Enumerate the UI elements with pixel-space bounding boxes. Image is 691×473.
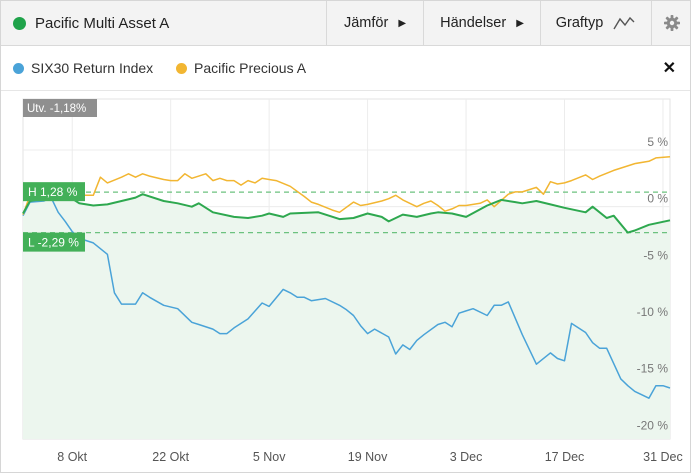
x-tick-label: 17 Dec (545, 450, 585, 464)
low-badge-label: L -2,29 % (28, 236, 79, 250)
x-tick-label: 5 Nov (253, 450, 286, 464)
fund-title[interactable]: Pacific Multi Asset A (13, 1, 169, 45)
chart-widget: Pacific Multi Asset A Jämför ▶ Händelser… (0, 0, 691, 473)
fund-color-dot (13, 16, 26, 30)
compare-label: Jämför (343, 15, 389, 31)
x-tick-label: 31 Dec (643, 450, 683, 464)
gear-icon (663, 15, 680, 31)
charttype-button[interactable]: Graftyp (540, 1, 651, 45)
x-tick-label: 22 Okt (152, 450, 189, 464)
caret-right-icon: ▶ (516, 17, 524, 29)
toolbar: Pacific Multi Asset A Jämför ▶ Händelser… (1, 1, 690, 46)
high-badge-label: H 1,28 % (28, 185, 78, 199)
compare-button[interactable]: Jämför ▶ (326, 1, 423, 45)
legend: SIX30 Return Index Pacific Precious A ✕ (1, 46, 690, 91)
y-tick-label: -20 % (637, 418, 669, 432)
events-label: Händelser (440, 15, 507, 31)
y-tick-label: -10 % (637, 305, 669, 319)
fund-title-label: Pacific Multi Asset A (35, 14, 170, 32)
y-tick-label: 0 % (647, 192, 668, 206)
events-button[interactable]: Händelser ▶ (423, 1, 540, 45)
series-area-fill (23, 192, 670, 439)
charttype-label: Graftyp (555, 15, 604, 31)
legend-label: SIX30 Return Index (31, 60, 154, 76)
x-tick-label: 8 Okt (57, 450, 87, 464)
legend-item-six30[interactable]: SIX30 Return Index (13, 46, 153, 90)
x-tick-label: 19 Nov (348, 450, 388, 464)
legend-item-pacific-precious[interactable]: Pacific Precious A (176, 46, 306, 90)
legend-dot (13, 62, 24, 74)
performance-chart: 5 % 0 % -5 % -10 % -15 % -20 % 8 Okt 22 Okt 5 No… (22, 98, 683, 464)
y-tick-label: -15 % (637, 362, 669, 376)
y-tick-label: -5 % (643, 248, 668, 262)
legend-dot (176, 62, 187, 74)
legend-label: Pacific Precious A (194, 60, 307, 76)
y-tick-label: 5 % (647, 135, 668, 149)
x-tick-label: 3 Dec (450, 450, 483, 464)
caret-right-icon: ▶ (398, 17, 407, 29)
close-icon[interactable]: ✕ (663, 58, 676, 78)
line-chart-icon (613, 16, 635, 30)
settings-button[interactable] (651, 1, 691, 45)
change-badge-label: Utv. -1,18% (27, 103, 86, 115)
